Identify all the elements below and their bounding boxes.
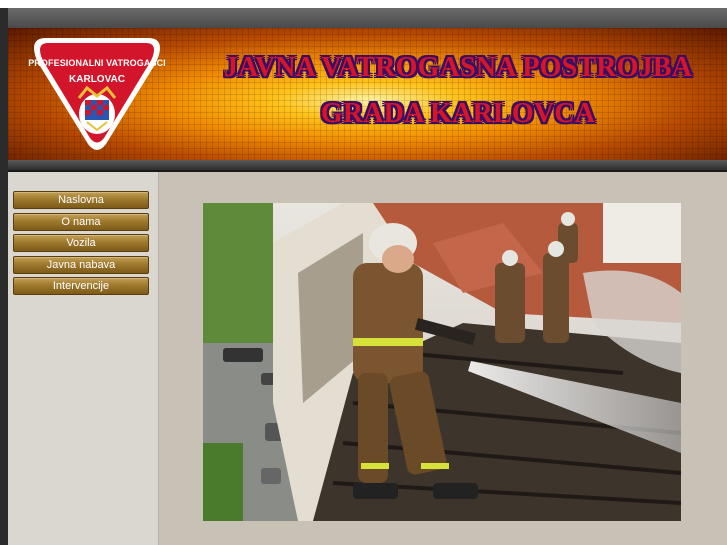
nav-item-naslovna[interactable]: Naslovna [13, 191, 149, 209]
nav-item-vozila[interactable]: Vozila [13, 234, 149, 252]
banner-title-line1: JAVNA VATROGASNA POSTROJBA [223, 52, 693, 83]
nav-item-javna-nabava[interactable]: Javna nabava [13, 256, 149, 274]
nav-item-o-nama[interactable]: O nama [13, 213, 149, 231]
site-header: PROFESIONALNI VATROGASCI KARLOVAC JAVNA … [8, 8, 727, 172]
header-top-bar [8, 8, 727, 29]
top-strip [0, 0, 727, 8]
firefighter-photo [203, 203, 681, 521]
banner-title-line2: GRADA KARLOVCA [320, 98, 596, 129]
firefighter-scene-image [203, 203, 681, 521]
emblem-shield-icon [34, 38, 160, 150]
sidebar-nav: Naslovna O nama Vozila Javna nabava Inte… [8, 172, 159, 545]
fire-brigade-emblem: PROFESIONALNI VATROGASCI KARLOVAC [26, 34, 168, 154]
emblem-top-text: PROFESIONALNI VATROGASCI [28, 58, 166, 68]
emblem-city-text: KARLOVAC [69, 74, 125, 85]
nav-item-intervencije[interactable]: Intervencije [13, 277, 149, 295]
header-bottom-bar [8, 160, 727, 170]
fire-banner: PROFESIONALNI VATROGASCI KARLOVAC JAVNA … [8, 28, 727, 160]
main-content [159, 172, 727, 545]
